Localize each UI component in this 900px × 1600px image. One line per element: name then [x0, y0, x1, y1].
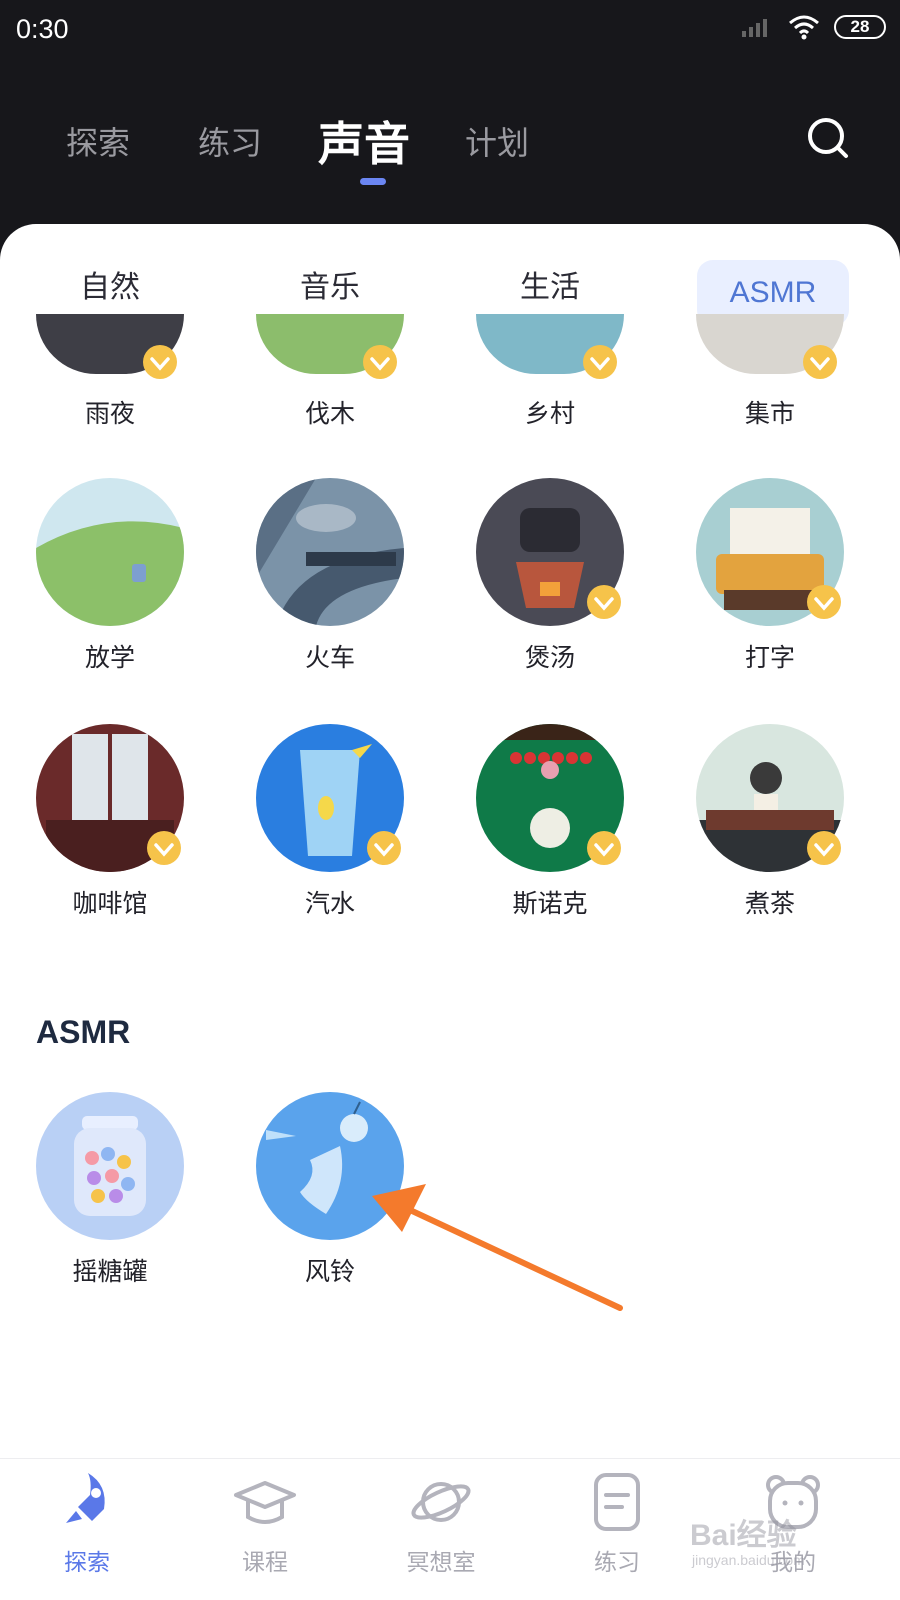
crown-badge-icon [803, 345, 837, 379]
graduation-cap-icon [234, 1481, 296, 1524]
sub-tab-music[interactable]: 音乐 [300, 262, 360, 306]
sub-tab-life[interactable]: 生活 [520, 262, 580, 306]
bottom-nav-courses[interactable]: 课程 [200, 1467, 330, 1577]
train-image [256, 478, 404, 626]
bottom-nav-label: 练习 [594, 1550, 640, 1576]
tab-indicator [360, 178, 386, 185]
wind-chime-image [256, 1092, 404, 1240]
sound-item-label: 汽水 [304, 889, 355, 918]
sound-item-candy-jar[interactable]: 摇糖罐 [20, 1092, 200, 1292]
bottom-nav-explore[interactable]: 探索 [22, 1467, 152, 1577]
crown-badge-icon [807, 585, 841, 619]
top-nav: 探索 练习 声音 计划 [0, 100, 900, 200]
crown-badge-icon [367, 831, 401, 865]
note-icon [594, 1473, 640, 1531]
bottom-nav-practice[interactable]: 练习 [552, 1467, 682, 1577]
sound-item-logging[interactable]: 伐木 [240, 314, 420, 428]
sound-item-label: 集市 [744, 399, 795, 428]
sound-item-label: 咖啡馆 [72, 889, 148, 918]
sound-item-snooker[interactable]: 斯诺克 [460, 724, 640, 924]
status-time: 0:30 [16, 14, 69, 44]
wifi-icon [789, 15, 819, 40]
sound-item-train[interactable]: 火车 [240, 478, 420, 678]
sound-item-label: 火车 [304, 643, 355, 672]
sound-item-label: 煮茶 [744, 889, 795, 918]
top-tab-explore[interactable]: 探索 [66, 118, 130, 164]
bottom-nav-label: 探索 [64, 1550, 110, 1576]
sound-item-village[interactable]: 乡村 [460, 314, 640, 428]
crown-badge-icon [583, 345, 617, 379]
sound-item-label: 煲汤 [524, 643, 575, 672]
bottom-nav-label: 课程 [242, 1550, 288, 1576]
battery-icon: 28 [834, 15, 886, 39]
crown-badge-icon [363, 345, 397, 379]
sound-item-label: 放学 [84, 643, 135, 672]
sound-item-label: 摇糖罐 [72, 1257, 148, 1286]
sound-item-typing[interactable]: 打字 [680, 478, 860, 678]
content-card: 自然 音乐 生活 ASMR 雨夜 伐木 乡村 集市 放学 火车 煲汤 打字 咖啡… [0, 224, 900, 1458]
top-tab-sound[interactable]: 声音 [318, 108, 410, 174]
sound-item-cafe[interactable]: 咖啡馆 [20, 724, 200, 924]
top-tab-plan[interactable]: 计划 [465, 118, 529, 164]
crown-badge-icon [807, 831, 841, 865]
section-title-asmr: ASMR [36, 1014, 131, 1050]
sound-item-after-school[interactable]: 放学 [20, 478, 200, 678]
crown-badge-icon [143, 345, 177, 379]
rocket-icon [66, 1473, 105, 1523]
watermark-url: jingyan.baidu.com [692, 1552, 805, 1568]
after-school-image [36, 478, 184, 626]
candy-jar-image [36, 1092, 184, 1240]
search-icon[interactable] [806, 116, 850, 160]
sound-item-label: 伐木 [304, 399, 355, 428]
sound-item-label: 斯诺克 [512, 889, 588, 918]
sound-item-label: 雨夜 [84, 399, 135, 428]
top-tab-practice[interactable]: 练习 [198, 118, 262, 164]
status-bar: 0:30 28 [0, 0, 900, 62]
bottom-nav-label: 冥想室 [406, 1550, 476, 1576]
battery-level: 28 [850, 17, 870, 36]
sound-item-label: 打字 [744, 643, 795, 672]
sound-item-rain-night[interactable]: 雨夜 [20, 314, 200, 428]
crown-badge-icon [587, 831, 621, 865]
signal-icon [742, 19, 767, 37]
sound-item-label: 乡村 [524, 399, 575, 428]
status-icons: 28 [740, 14, 886, 40]
sound-item-market[interactable]: 集市 [680, 314, 860, 428]
sound-item-tea[interactable]: 煮茶 [680, 724, 860, 924]
sound-item-wind-chime[interactable]: 风铃 [240, 1092, 420, 1292]
bottom-nav-meditation-room[interactable]: 冥想室 [376, 1467, 506, 1577]
crown-badge-icon [587, 585, 621, 619]
watermark-logo: Bai经验 [690, 1519, 797, 1552]
sound-item-label: 风铃 [304, 1257, 355, 1286]
sound-item-soda[interactable]: 汽水 [240, 724, 420, 924]
crown-badge-icon [147, 831, 181, 865]
sound-item-soup[interactable]: 煲汤 [460, 478, 640, 678]
planet-icon [411, 1482, 471, 1522]
sub-tab-nature[interactable]: 自然 [80, 262, 140, 306]
